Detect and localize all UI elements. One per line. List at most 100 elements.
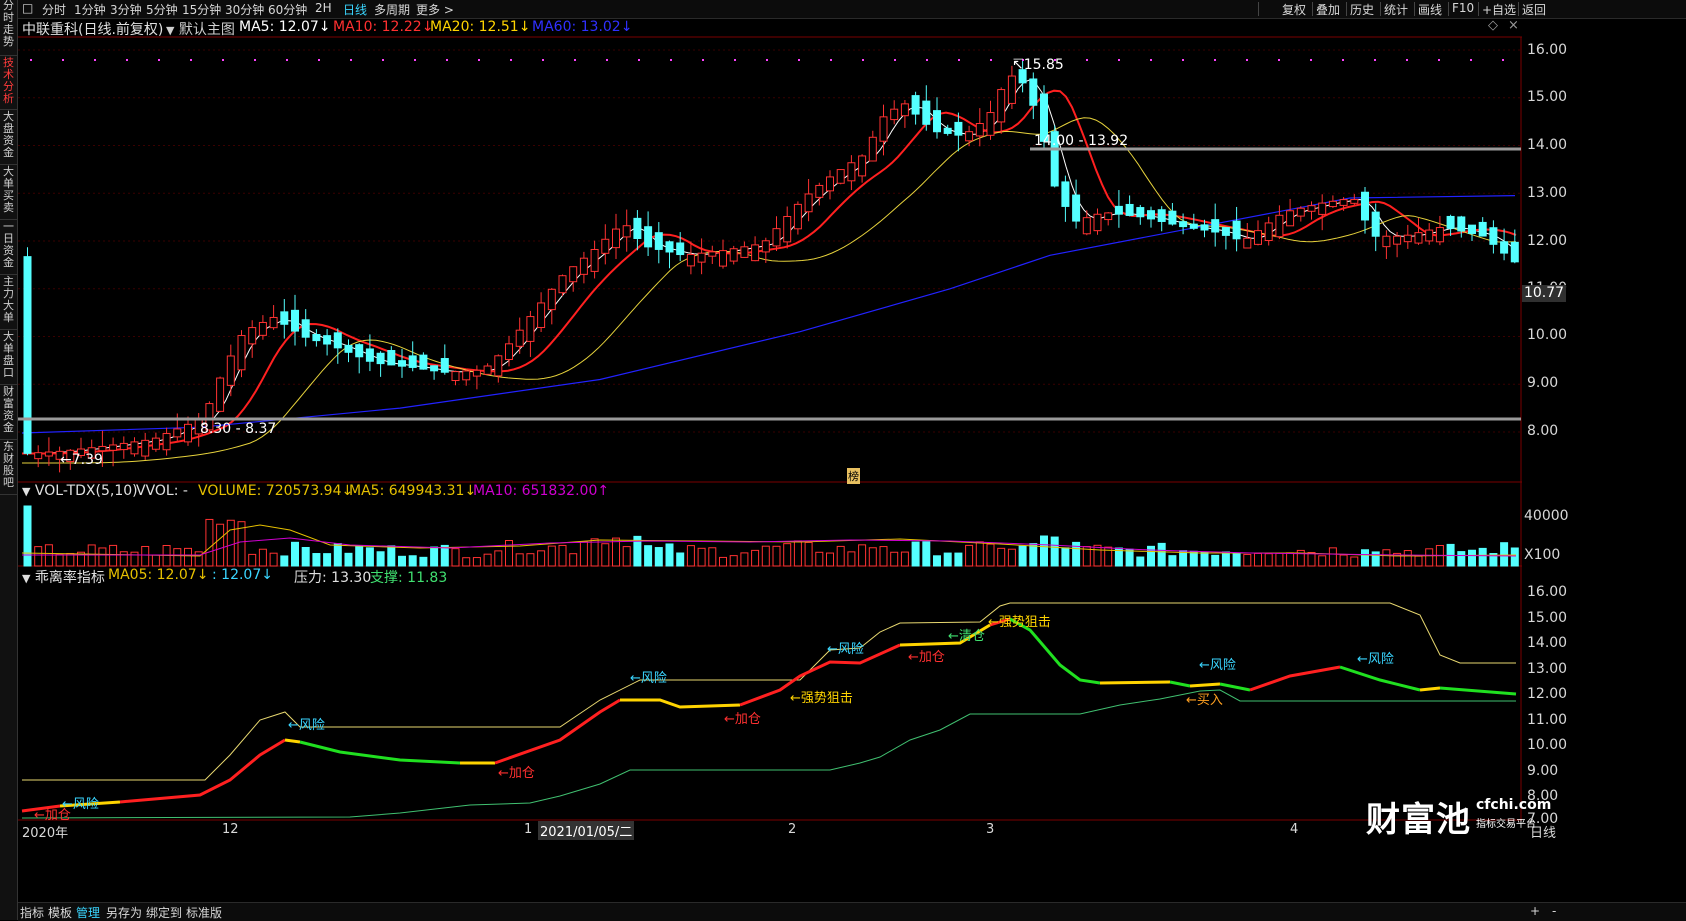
marker-dot xyxy=(350,59,352,61)
candle-body xyxy=(1361,191,1369,221)
candle-body xyxy=(98,445,107,452)
volume-bar xyxy=(1125,548,1134,567)
marker-dot xyxy=(1374,59,1376,61)
signal-jiacang: ←加仓 xyxy=(908,650,945,665)
bang-badge[interactable]: 榜 xyxy=(847,468,860,484)
candle-body xyxy=(1328,200,1337,208)
marker-dot xyxy=(510,59,512,61)
candle-body xyxy=(558,275,567,294)
candle-body xyxy=(943,127,952,134)
candle-body xyxy=(333,332,342,349)
candle-body xyxy=(312,334,321,342)
volume-bar xyxy=(1061,547,1070,567)
candle-body xyxy=(237,335,246,371)
volume-bar xyxy=(141,545,150,567)
standard-edition-menu[interactable]: 标准版 xyxy=(186,904,222,921)
marker-dot xyxy=(606,59,608,61)
candle-body xyxy=(1286,210,1295,227)
candle-body xyxy=(1168,210,1177,225)
price-tick: 9.00 xyxy=(1527,375,1559,391)
save-as-menu[interactable]: 另存为 xyxy=(106,904,142,921)
volume-bar xyxy=(1254,552,1262,567)
volume-bar xyxy=(1211,554,1220,567)
volume-bar xyxy=(34,546,43,567)
volume-bar xyxy=(676,552,685,567)
candle-body xyxy=(1254,230,1262,245)
volume-bar xyxy=(184,547,192,567)
marker-dot xyxy=(158,59,160,61)
candle-body xyxy=(612,228,620,249)
candle-body xyxy=(644,226,653,248)
marker-dot xyxy=(94,59,96,61)
bias-line-segment xyxy=(1339,665,1421,692)
signal-jiacang: ←加仓 xyxy=(724,712,761,727)
volume-bar xyxy=(665,543,674,567)
volume-bar xyxy=(1157,542,1166,567)
volume-bar xyxy=(205,518,214,567)
candle-body xyxy=(1403,234,1412,243)
candle-body xyxy=(1414,232,1423,244)
candle-body xyxy=(1425,229,1434,242)
volume-bar xyxy=(761,545,770,567)
candle-body xyxy=(119,442,128,451)
bottom-toolbar: 指标 模板 管理 另存为 绑定到 标准版 + - xyxy=(18,902,1686,921)
volume-bar xyxy=(515,553,524,567)
volume-bar xyxy=(740,552,749,567)
high-arrow-icon: ↸ xyxy=(1012,57,1024,73)
marker-dot xyxy=(318,59,320,61)
volume-bar xyxy=(1007,548,1016,567)
candle-body xyxy=(708,251,717,257)
volume-bar xyxy=(462,557,471,567)
template-menu[interactable]: 模板 xyxy=(48,904,72,921)
candle-body xyxy=(505,343,513,360)
volume-bar xyxy=(451,548,460,567)
volume-bar xyxy=(1093,544,1102,567)
candle-body xyxy=(1371,211,1380,237)
marker-dot xyxy=(414,59,416,61)
volume-bar xyxy=(387,545,396,567)
volume-bar xyxy=(505,540,513,567)
volume-bar xyxy=(1425,548,1434,567)
candle-body xyxy=(890,108,899,121)
signal-fengxian: ←风险 xyxy=(630,671,667,686)
volume-bar xyxy=(1328,547,1337,567)
candle-body xyxy=(1200,224,1209,231)
candle-body xyxy=(847,162,856,182)
volume-bar xyxy=(986,543,995,567)
zoom-out-button[interactable]: - xyxy=(1552,904,1556,918)
candle-body xyxy=(141,439,150,457)
candle-body xyxy=(291,309,299,332)
marker-dot xyxy=(574,59,576,61)
bias-line-segment xyxy=(494,698,621,765)
candle-body xyxy=(419,354,428,370)
marker-dot xyxy=(286,59,288,61)
candle-body xyxy=(1500,241,1509,254)
marker-dot xyxy=(990,59,992,61)
zoom-in-button[interactable]: + xyxy=(1530,904,1540,918)
volume-bar xyxy=(622,546,631,567)
volume-bar xyxy=(1018,545,1027,567)
manage-menu[interactable]: 管理 xyxy=(76,904,100,921)
indicator-menu[interactable]: 指标 xyxy=(20,904,44,921)
volume-bar xyxy=(836,545,845,567)
volume-bar xyxy=(1050,536,1059,567)
candle-body xyxy=(815,184,824,198)
volume-bar xyxy=(194,551,203,567)
candle-body xyxy=(365,348,374,362)
volume-bar xyxy=(365,547,374,567)
volume-bar xyxy=(1478,547,1487,567)
volume-bar xyxy=(612,537,620,567)
volume-bar xyxy=(1361,549,1369,567)
candle-body xyxy=(1243,237,1252,249)
candle-body xyxy=(323,335,332,345)
candle-body xyxy=(922,100,931,125)
bind-to-menu[interactable]: 绑定到 xyxy=(146,904,182,921)
candle-body xyxy=(975,122,984,137)
marker-dot xyxy=(958,59,960,61)
volume-bar xyxy=(1275,552,1284,567)
range-annotation-high: 14.00 - 13.92 xyxy=(1034,133,1129,149)
cursor-date-label: 2021/01/05/二 xyxy=(538,821,635,840)
volume-bar xyxy=(729,555,738,567)
signal-fengxian: ←风险 xyxy=(62,797,99,812)
volume-bar xyxy=(1029,543,1038,567)
